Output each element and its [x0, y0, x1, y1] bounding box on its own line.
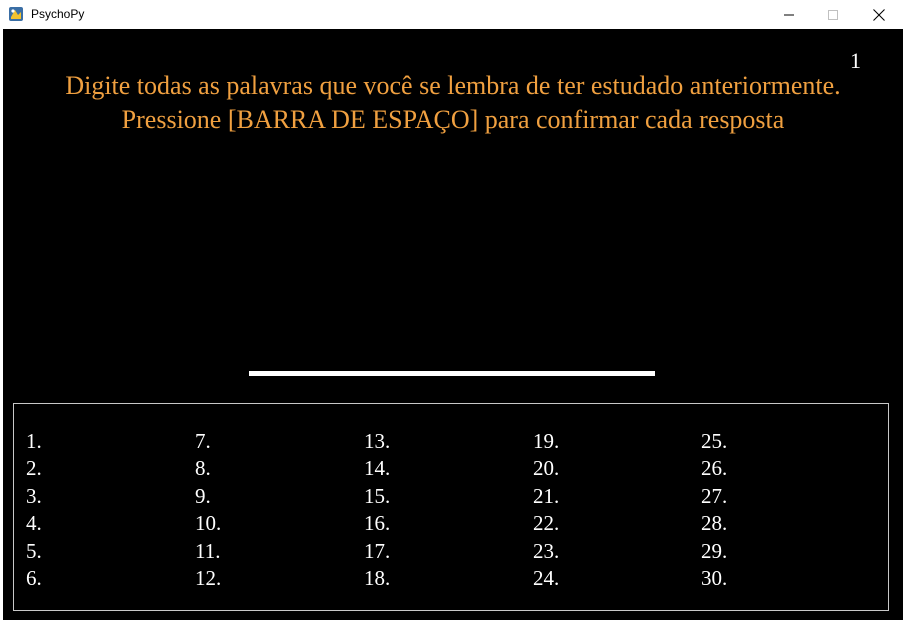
psychopy-window: PsychoPy 1 Digite todas as palavras que … — [0, 0, 906, 623]
answer-slot: 21. — [533, 483, 560, 508]
answer-slot: 22. — [533, 511, 560, 536]
maximize-button[interactable] — [810, 0, 856, 29]
answer-slot: 13. — [364, 429, 391, 453]
answer-slot: 12. — [195, 566, 222, 591]
answer-slot: 4. — [26, 511, 42, 536]
answer-slot: 17. — [364, 538, 391, 563]
close-button[interactable] — [856, 0, 902, 29]
answer-slot: 9. — [195, 483, 211, 508]
answer-slot: 30. — [701, 566, 728, 591]
answer-slot: 23. — [533, 538, 560, 563]
answer-slot: 1. — [26, 429, 42, 453]
answer-slot: 3. — [26, 483, 42, 508]
answer-slot: 7. — [195, 429, 211, 453]
answer-slot: 14. — [364, 456, 391, 481]
response-input-line[interactable] — [249, 371, 655, 376]
answer-slot: 5. — [26, 538, 42, 563]
answer-slot: 27. — [701, 483, 728, 508]
answer-slot: 28. — [701, 511, 728, 536]
answer-slot: 19. — [533, 429, 560, 453]
experiment-canvas[interactable]: 1 Digite todas as palavras que você se l… — [3, 29, 903, 620]
minimize-icon — [784, 14, 794, 15]
answer-slot: 2. — [26, 456, 42, 481]
answer-column: 25. 26. 27. 28. 29. 30. — [701, 428, 727, 592]
answer-slot: 25. — [701, 429, 728, 453]
psychopy-app-icon — [9, 7, 23, 21]
answer-slot: 26. — [701, 456, 728, 481]
answer-slot: 15. — [364, 483, 391, 508]
maximize-icon — [828, 9, 838, 20]
answer-slot: 8. — [195, 456, 211, 481]
title-bar[interactable]: PsychoPy — [0, 0, 906, 29]
answer-column: 1. 2. 3. 4. 5. 6. — [26, 428, 42, 592]
answer-column: 7. 8. 9. 10. 11. 12. — [195, 428, 221, 592]
window-title: PsychoPy — [31, 7, 85, 21]
answer-slot: 20. — [533, 456, 560, 481]
answer-slot: 29. — [701, 538, 728, 563]
answer-column: 13. 14. 15. 16. 17. 18. — [364, 428, 390, 592]
answer-slot: 6. — [26, 566, 42, 591]
minimize-button[interactable] — [766, 0, 812, 29]
answer-slot: 24. — [533, 566, 560, 591]
answer-slot: 18. — [364, 566, 391, 591]
answer-slot: 10. — [195, 511, 222, 536]
answer-slot: 11. — [195, 538, 221, 563]
instruction-text: Digite todas as palavras que você se lem… — [65, 71, 841, 134]
answer-list-box: 1. 2. 3. 4. 5. 6. 7. 8. 9. 10. 11. 12. 1… — [13, 403, 889, 611]
answer-slot: 16. — [364, 511, 391, 536]
answer-column: 19. 20. 21. 22. 23. 24. — [533, 428, 559, 592]
close-icon — [873, 8, 885, 21]
